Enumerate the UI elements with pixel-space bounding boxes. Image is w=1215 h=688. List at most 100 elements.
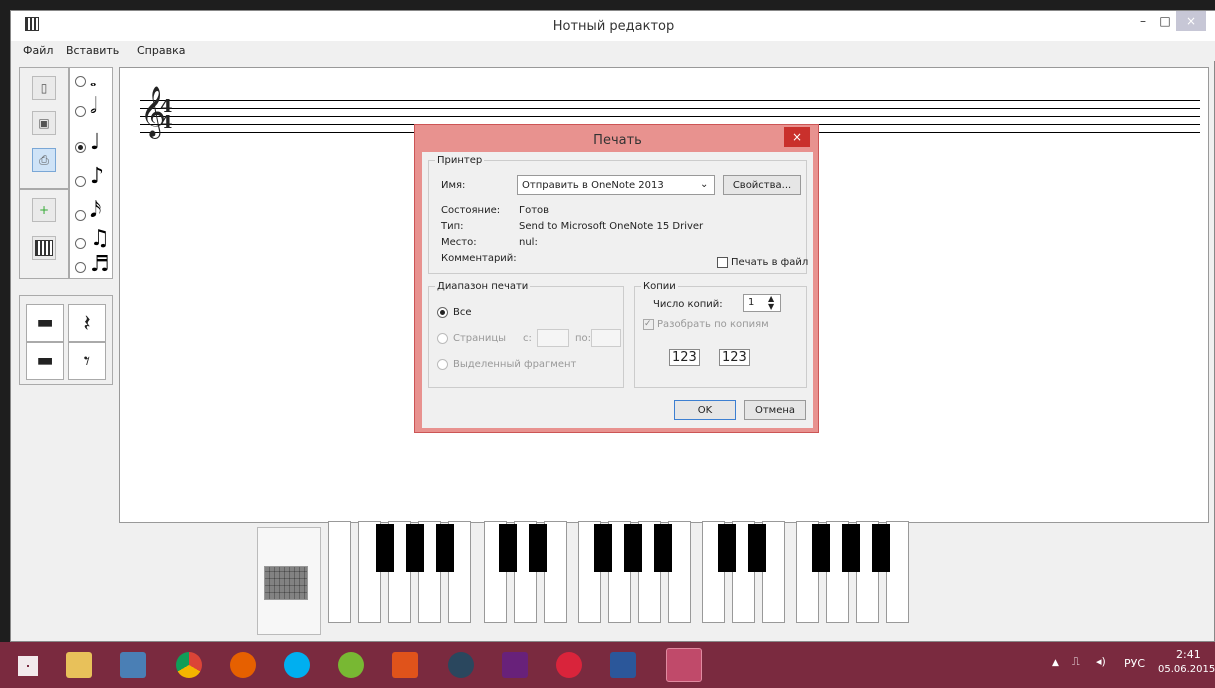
staff-line bbox=[140, 116, 1200, 117]
range-selection-radio[interactable] bbox=[437, 359, 448, 370]
print-dialog: Печать × Принтер Имя: Отправить в OneNot… bbox=[414, 124, 819, 433]
printer-name-label: Имя: bbox=[441, 180, 466, 191]
piano-black-key[interactable] bbox=[376, 524, 394, 572]
range-pages-label: Страницы bbox=[453, 333, 507, 344]
piano-white-key[interactable] bbox=[328, 521, 351, 623]
maximize-button[interactable]: □ bbox=[1154, 11, 1176, 31]
print-range-group: Диапазон печати Все Страницы с: по: Выде… bbox=[428, 281, 624, 388]
clock-date[interactable]: 05.06.2015 bbox=[1158, 664, 1215, 675]
piano-black-key[interactable] bbox=[594, 524, 612, 572]
dialog-body: Принтер Имя: Отправить в OneNote 2013 ⌄ … bbox=[422, 152, 813, 428]
network-icon[interactable] bbox=[120, 652, 146, 678]
note-eighth-radio[interactable] bbox=[75, 176, 86, 187]
collate-set-2: 123 bbox=[719, 349, 750, 366]
printer-group-label: Принтер bbox=[435, 155, 485, 166]
print-button[interactable]: ⎙ bbox=[32, 148, 56, 172]
skype-icon[interactable] bbox=[284, 652, 310, 678]
file-toolbar: ▯ ▣ ⎙ bbox=[19, 67, 69, 189]
quarter-rest-button[interactable]: 𝄽 bbox=[68, 304, 106, 342]
type-label: Тип: bbox=[441, 221, 464, 232]
insert-toolbar: + bbox=[19, 189, 69, 279]
piano-black-key[interactable] bbox=[842, 524, 860, 572]
firefox-icon[interactable] bbox=[230, 652, 256, 678]
note-quarter-radio[interactable] bbox=[75, 142, 86, 153]
spinner-arrows-icon: ▲ ▼ bbox=[768, 294, 775, 311]
ok-button[interactable]: OK bbox=[674, 400, 736, 420]
eighth-rest-button[interactable]: 𝄾 bbox=[68, 342, 106, 380]
range-all-label: Все bbox=[453, 307, 472, 318]
keyboard-toggle[interactable] bbox=[257, 527, 321, 635]
note-half-radio[interactable] bbox=[75, 106, 86, 117]
half-rest-button[interactable]: ▬ bbox=[26, 342, 64, 380]
piano-black-key[interactable] bbox=[872, 524, 890, 572]
print-to-file-checkbox[interactable] bbox=[717, 257, 728, 268]
location-label: Место: bbox=[441, 237, 477, 248]
properties-button[interactable]: Свойства... bbox=[723, 175, 801, 195]
volume-icon[interactable]: ◂) bbox=[1096, 655, 1106, 668]
close-button[interactable]: × bbox=[1176, 11, 1206, 31]
network-tray-icon[interactable]: ⎍ bbox=[1072, 655, 1080, 669]
taskbar: ▲ ⎍ ◂) РУС 2:41 05.06.2015 bbox=[0, 642, 1215, 688]
beamed-eighths-icon: ♫ bbox=[90, 226, 110, 251]
type-value: Send to Microsoft OneNote 15 Driver bbox=[519, 221, 704, 232]
piano-black-key[interactable] bbox=[529, 524, 547, 572]
clock-time[interactable]: 2:41 bbox=[1176, 648, 1201, 661]
note-beamed-sixteenths-radio[interactable] bbox=[75, 262, 86, 273]
new-file-button[interactable]: ▯ bbox=[32, 76, 56, 100]
dialog-close-button[interactable]: × bbox=[784, 127, 810, 147]
menu-file[interactable]: Файл bbox=[23, 44, 53, 57]
visual-studio-icon[interactable] bbox=[502, 652, 528, 678]
piano-black-key[interactable] bbox=[499, 524, 517, 572]
piano-icon bbox=[35, 240, 53, 256]
app-orange-icon[interactable] bbox=[392, 652, 418, 678]
status-value: Готов bbox=[519, 205, 550, 216]
note-beamed-eighths-radio[interactable] bbox=[75, 238, 86, 249]
piano-black-key[interactable] bbox=[406, 524, 424, 572]
printer-group: Принтер Имя: Отправить в OneNote 2013 ⌄ … bbox=[428, 155, 808, 274]
note-whole-radio[interactable] bbox=[75, 76, 86, 87]
collate-pages-icon: 123 123 bbox=[669, 343, 779, 373]
piano-black-key[interactable] bbox=[812, 524, 830, 572]
add-button[interactable]: + bbox=[32, 198, 56, 222]
printer-select-value: Отправить в OneNote 2013 bbox=[522, 180, 664, 191]
piano-black-key[interactable] bbox=[718, 524, 736, 572]
printer-select[interactable]: Отправить в OneNote 2013 ⌄ bbox=[517, 175, 715, 195]
utorrent-icon[interactable] bbox=[338, 652, 364, 678]
menu-insert[interactable]: Вставить bbox=[66, 44, 119, 57]
location-value: nul: bbox=[519, 237, 538, 248]
word-icon[interactable] bbox=[610, 652, 636, 678]
piano-button[interactable] bbox=[32, 236, 56, 260]
staff-line bbox=[140, 108, 1200, 109]
explorer-icon[interactable] bbox=[66, 652, 92, 678]
piano-black-key[interactable] bbox=[748, 524, 766, 572]
plus-icon: + bbox=[38, 203, 50, 217]
copies-count-stepper[interactable]: 1 ▲ ▼ bbox=[743, 294, 781, 312]
title-bar: Нотный редактор – □ × bbox=[11, 11, 1215, 41]
whole-rest-button[interactable]: ▬ bbox=[26, 304, 64, 342]
range-pages-radio[interactable] bbox=[437, 333, 448, 344]
range-to-input[interactable] bbox=[591, 329, 621, 347]
chrome-icon[interactable] bbox=[176, 652, 202, 678]
tray-arrow-icon[interactable]: ▲ bbox=[1052, 658, 1059, 668]
note-sixteenth-radio[interactable] bbox=[75, 210, 86, 221]
range-from-input[interactable] bbox=[537, 329, 569, 347]
save-button[interactable]: ▣ bbox=[32, 111, 56, 135]
steam-icon[interactable] bbox=[448, 652, 474, 678]
media-player-icon[interactable] bbox=[556, 652, 582, 678]
piano-black-key[interactable] bbox=[624, 524, 642, 572]
staff-line bbox=[140, 100, 1200, 101]
sixteenth-note-icon: 𝅘𝅥𝅯 bbox=[90, 198, 102, 223]
minimize-button[interactable]: – bbox=[1132, 11, 1154, 31]
cancel-button[interactable]: Отмена bbox=[744, 400, 806, 420]
language-indicator[interactable]: РУС bbox=[1124, 657, 1145, 670]
copies-count-label: Число копий: bbox=[653, 299, 723, 310]
piano-white-key[interactable] bbox=[544, 521, 567, 623]
piano-black-key[interactable] bbox=[436, 524, 454, 572]
menu-help[interactable]: Справка bbox=[137, 44, 185, 57]
range-all-radio[interactable] bbox=[437, 307, 448, 318]
piano-app-taskbar-icon[interactable] bbox=[666, 648, 702, 682]
collate-checkbox[interactable]: ✓ bbox=[643, 319, 654, 330]
quarter-note-icon: ♩ bbox=[90, 130, 101, 155]
piano-black-key[interactable] bbox=[654, 524, 672, 572]
windows-start-icon[interactable] bbox=[18, 656, 38, 676]
